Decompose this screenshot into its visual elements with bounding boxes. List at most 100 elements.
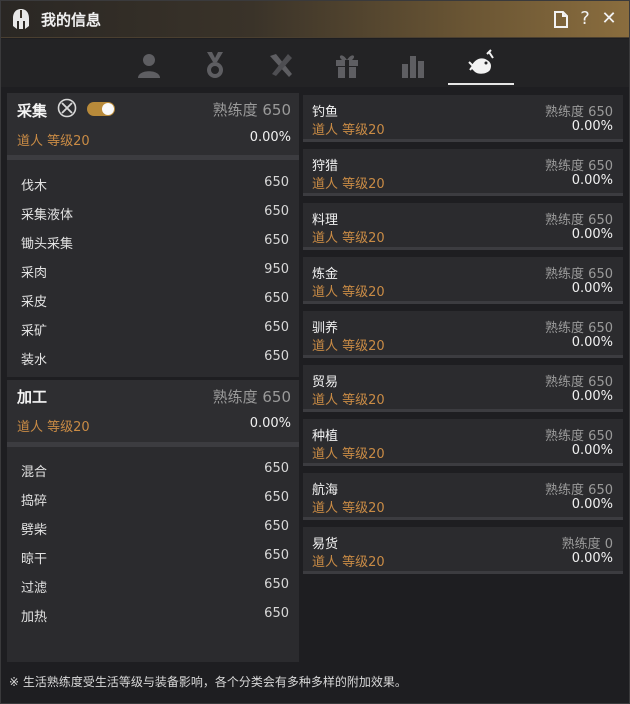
gathering-title: 采集 — [17, 102, 48, 120]
card-divider — [303, 463, 623, 466]
processing-sub-row: 加热 650 — [7, 600, 299, 629]
skill-percent: 0.00% — [571, 551, 613, 566]
gathering-tool-icon[interactable] — [57, 98, 77, 118]
skill-name: 炼金 — [312, 267, 339, 282]
helmet-logo-icon — [13, 9, 29, 29]
skill-card-hunting[interactable]: 狩猎 熟练度 650 道人 等级20 0.00% — [303, 149, 623, 196]
processing-sub-row: 晾干 650 — [7, 542, 299, 571]
processing-proficiency: 熟练度 650 — [212, 388, 291, 406]
processing-panel: 加工 熟练度 650 道人 等级20 0.00% 混合 650 捣碎 650 劈… — [7, 380, 299, 662]
toggle-knob — [102, 103, 114, 115]
skill-grade: 道人 等级20 — [312, 555, 385, 570]
bar-chart-icon — [402, 56, 424, 78]
medal-icon — [207, 52, 223, 78]
skill-proficiency: 熟练度 650 — [545, 105, 613, 120]
gift-icon — [336, 55, 358, 78]
sub-skill-name: 晾干 — [21, 552, 48, 567]
gathering-sub-row: 采矿 650 — [7, 314, 299, 343]
tab-life-skills[interactable] — [448, 45, 514, 85]
skill-percent: 0.00% — [571, 281, 613, 296]
sub-skill-value: 650 — [264, 577, 289, 592]
tab-stats[interactable] — [380, 45, 446, 85]
skill-name: 驯养 — [312, 321, 339, 336]
close-button[interactable]: ✕ — [599, 8, 619, 30]
skill-proficiency: 熟练度 650 — [545, 321, 613, 336]
fish-hook-icon — [468, 49, 494, 74]
skill-proficiency: 熟练度 650 — [545, 375, 613, 390]
tab-tools[interactable] — [248, 45, 314, 85]
skill-card-alchemy[interactable]: 炼金 熟练度 650 道人 等级20 0.00% — [303, 257, 623, 304]
card-divider — [303, 139, 623, 142]
document-button[interactable] — [551, 8, 571, 30]
skill-name: 航海 — [312, 483, 339, 498]
skill-card-cooking[interactable]: 料理 熟练度 650 道人 等级20 0.00% — [303, 203, 623, 250]
gathering-panel: 采集 熟练度 650 道人 等级20 0.00% 伐木 650 采集液体 650… — [7, 93, 299, 377]
card-divider — [303, 409, 623, 412]
skill-percent: 0.00% — [571, 173, 613, 188]
card-divider — [303, 355, 623, 358]
skill-card-farming[interactable]: 种植 熟练度 650 道人 等级20 0.00% — [303, 419, 623, 466]
sub-skill-name: 锄头采集 — [21, 237, 74, 252]
skill-percent: 0.00% — [571, 389, 613, 404]
skill-name: 易货 — [312, 537, 339, 552]
skill-name: 贸易 — [312, 375, 339, 390]
window-title: 我的信息 — [41, 11, 102, 29]
question-icon: ? — [580, 8, 590, 29]
title-bar: 我的信息 ? ✕ — [1, 1, 629, 38]
gathering-sub-row: 采集液体 650 — [7, 198, 299, 227]
gathering-percent: 0.00% — [249, 130, 291, 145]
tab-medal[interactable] — [182, 45, 248, 85]
sub-skill-value: 650 — [264, 490, 289, 505]
processing-sub-row: 捣碎 650 — [7, 484, 299, 513]
sub-skill-value: 650 — [264, 204, 289, 219]
sub-skill-name: 过滤 — [21, 581, 48, 596]
tab-profile[interactable] — [116, 45, 182, 85]
skill-proficiency: 熟练度 650 — [545, 213, 613, 228]
processing-sub-row: 过滤 650 — [7, 571, 299, 600]
card-divider — [303, 193, 623, 196]
skill-proficiency: 熟练度 650 — [545, 429, 613, 444]
sub-skill-name: 加热 — [21, 610, 48, 625]
gathering-sub-row: 装水 650 — [7, 343, 299, 372]
card-divider — [303, 247, 623, 250]
sub-skill-value: 650 — [264, 233, 289, 248]
gathering-sub-row: 采皮 650 — [7, 285, 299, 314]
card-divider — [303, 301, 623, 304]
skill-name: 料理 — [312, 213, 339, 228]
gathering-sub-row: 伐木 650 — [7, 169, 299, 198]
sub-skill-value: 950 — [264, 262, 289, 277]
skill-percent: 0.00% — [571, 497, 613, 512]
processing-sub-row: 混合 650 — [7, 455, 299, 484]
processing-percent: 0.00% — [249, 416, 291, 431]
processing-sub-row: 劈柴 650 — [7, 513, 299, 542]
card-divider — [303, 517, 623, 520]
skill-card-trade[interactable]: 贸易 熟练度 650 道人 等级20 0.00% — [303, 365, 623, 412]
skill-grade: 道人 等级20 — [312, 447, 385, 462]
sub-skill-name: 采矿 — [21, 324, 48, 339]
skill-percent: 0.00% — [571, 227, 613, 242]
card-divider — [303, 571, 623, 574]
sub-skill-value: 650 — [264, 349, 289, 364]
skill-percent: 0.00% — [571, 119, 613, 134]
gathering-toggle[interactable] — [87, 102, 115, 116]
gathering-sub-row: 锄头采集 650 — [7, 227, 299, 256]
skill-grade: 道人 等级20 — [312, 177, 385, 192]
gathering-divider — [7, 155, 299, 160]
close-icon: ✕ — [601, 8, 617, 29]
tools-icon — [270, 54, 292, 77]
skill-card-barter[interactable]: 易货 熟练度 0 道人 等级20 0.00% — [303, 527, 623, 574]
sub-skill-name: 采肉 — [21, 266, 48, 281]
tab-gift[interactable] — [314, 45, 380, 85]
gathering-grade: 道人 等级20 — [17, 134, 90, 149]
skill-card-sailing[interactable]: 航海 熟练度 650 道人 等级20 0.00% — [303, 473, 623, 520]
document-icon — [554, 11, 568, 28]
skill-card-training[interactable]: 驯养 熟练度 650 道人 等级20 0.00% — [303, 311, 623, 358]
skill-card-fishing[interactable]: 钓鱼 熟练度 650 道人 等级20 0.00% — [303, 95, 623, 142]
help-button[interactable]: ? — [575, 8, 595, 30]
skill-proficiency: 熟练度 650 — [545, 483, 613, 498]
skill-grade: 道人 等级20 — [312, 123, 385, 138]
skill-proficiency: 熟练度 650 — [545, 267, 613, 282]
skill-percent: 0.00% — [571, 335, 613, 350]
sub-skill-value: 650 — [264, 320, 289, 335]
gathering-proficiency: 熟练度 650 — [212, 101, 291, 119]
